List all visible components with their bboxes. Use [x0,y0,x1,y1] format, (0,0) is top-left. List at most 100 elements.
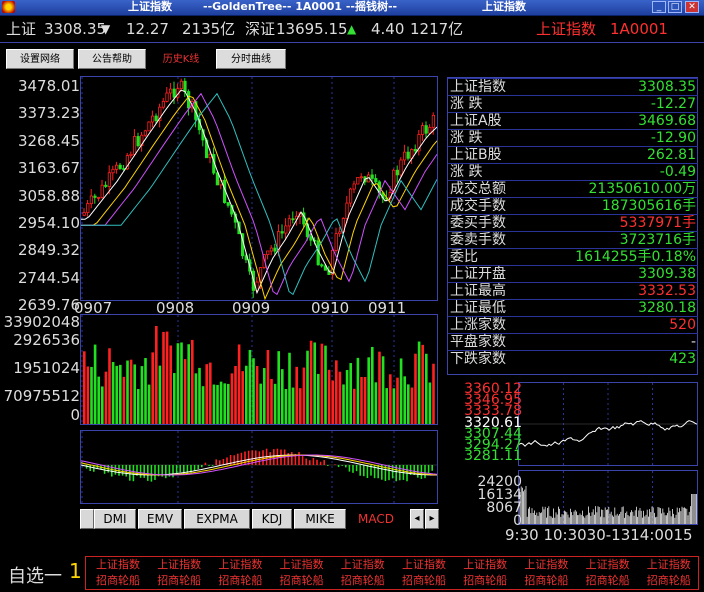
watchlist-cell-top[interactable]: 上证指数 [394,557,454,573]
volume-bar [104,371,108,424]
watchlist-cell-bottom[interactable]: 招商轮船 [149,573,209,589]
quote-info-row: 上涨家数 520 [448,316,698,334]
volume-bar [180,342,183,424]
tab-mike[interactable]: MIKE [294,509,346,529]
volume-bar [392,388,396,424]
kline-candle [374,178,378,183]
tab-emv[interactable]: EMV [138,509,182,529]
volume-bar [428,382,432,424]
intraday-price-panel[interactable] [518,382,698,466]
tab-notice-help[interactable]: 公告帮助 [78,49,146,69]
watchlist-cell-top[interactable]: 上证指数 [210,557,270,573]
kline-candle [266,250,270,255]
watchlist-cell-bottom[interactable]: 招商轮船 [272,573,332,589]
watchlist-cell-top[interactable]: 上证指数 [333,557,393,573]
kline-candle [154,115,158,122]
kline-candle [104,184,108,187]
kline-candle [82,212,86,216]
intraday-volume-panel[interactable] [518,470,698,525]
macd-chart-panel[interactable] [80,430,438,504]
scroll-right-button[interactable]: ▸ [425,509,439,529]
tab-macd[interactable]: MACD [348,509,404,529]
watchlist-cell-top[interactable]: 上证指数 [149,557,209,573]
kline-candle [89,195,93,204]
price-tick-label: 3268.45 [17,131,80,150]
kline-candle [359,176,364,179]
watchlist-cell-top[interactable]: 上证指数 [578,557,638,573]
close-button[interactable]: ✕ [685,1,699,13]
kline-candle [179,80,183,90]
tab-intraday-curve[interactable]: 分时曲线 [216,49,286,69]
volume-bar [165,331,169,424]
moving-average-line [81,89,438,295]
volume-bar [86,366,90,424]
watchlist-number[interactable]: 1 [69,559,82,583]
volume-bar [191,339,194,424]
quote-info-label: 成交手数 [450,198,506,214]
watchlist-cell-bottom[interactable]: 招商轮船 [639,573,699,589]
quote-info-label: 上证B股 [450,147,502,163]
watchlist-cell-bottom[interactable]: 招商轮船 [516,573,576,589]
tab-dmi[interactable]: DMI [94,509,136,529]
kline-candle [413,148,418,152]
watchlist-cell-bottom[interactable]: 招商轮船 [88,573,148,589]
volume-bar [115,365,118,424]
volume-chart-panel[interactable] [80,314,438,425]
volume-bar [252,358,255,424]
volume-bar [155,325,158,424]
tab-history-kline[interactable]: 历史K线 [150,49,212,69]
tab-expma[interactable]: EXPMA [184,509,250,529]
kline-candle [338,231,342,235]
watchlist-cell-bottom[interactable]: 招商轮船 [333,573,393,589]
minimize-button[interactable]: _ [652,1,666,13]
kline-candle [280,231,284,234]
volume-bar [421,344,424,424]
volume-bar [309,340,313,424]
volume-bar [201,386,205,424]
watchlist-cell-top[interactable]: 上证指数 [516,557,576,573]
quote-info-value: 3469.68 [638,113,696,129]
kline-candle [107,172,112,187]
quote-info-value: -12.27 [650,96,696,112]
watchlist-cell-bottom[interactable]: 招商轮船 [578,573,638,589]
quote-info-value: 520 [669,317,696,333]
watchlist-cell-top[interactable]: 上证指数 [455,557,515,573]
volume-bar [284,388,288,424]
kline-candle [291,218,295,221]
volume-bar [151,352,154,424]
scroll-left-button[interactable]: ◂ [410,509,424,529]
watchlist-cell-top[interactable]: 上证指数 [639,557,699,573]
watchlist-cell-bottom[interactable]: 招商轮船 [455,573,515,589]
quote-info-value: -12.90 [650,130,696,146]
sh-amount: 2135亿 [182,20,236,38]
watchlist-cell-top[interactable]: 上证指数 [272,557,332,573]
volume-bar [169,345,172,424]
kline-candle [93,195,97,198]
volume-bar [425,353,428,424]
kline-candle [269,247,273,252]
maximize-button[interactable]: □ [668,1,682,13]
quote-info-value: 3332.53 [638,283,696,299]
volume-tick-label: 70975512 [3,387,80,405]
volume-bar [270,378,273,424]
kline-chart-panel[interactable] [80,76,438,301]
kline-candle [431,114,436,128]
watchlist-cell-top[interactable]: 上证指数 [88,557,148,573]
volume-tick-label: 2926536 [13,331,80,349]
watchlist-cell-bottom[interactable]: 招商轮船 [210,573,270,589]
watchlist-cell-bottom[interactable]: 招商轮船 [394,573,454,589]
watchlist-label[interactable]: 自选一 [8,562,62,588]
volume-tick-label: 1951024 [13,359,80,377]
volume-bar [385,388,388,424]
quote-info-value: 3723716手 [619,232,696,248]
volume-bar [126,360,129,424]
volume-bar [101,386,104,424]
volume-bar [389,374,392,424]
tab-network-settings[interactable]: 设置网络 [6,49,74,69]
volume-bar [367,357,370,424]
window-title-bar[interactable]: 上证指数 --GoldenTree-- 1A0001 --摇钱树-- 上证指数 … [0,0,704,16]
kline-candle [111,168,115,174]
sz-label: 深证 [245,20,276,38]
volume-bar [255,365,259,424]
tab-kdj[interactable]: KDJ [252,509,292,529]
